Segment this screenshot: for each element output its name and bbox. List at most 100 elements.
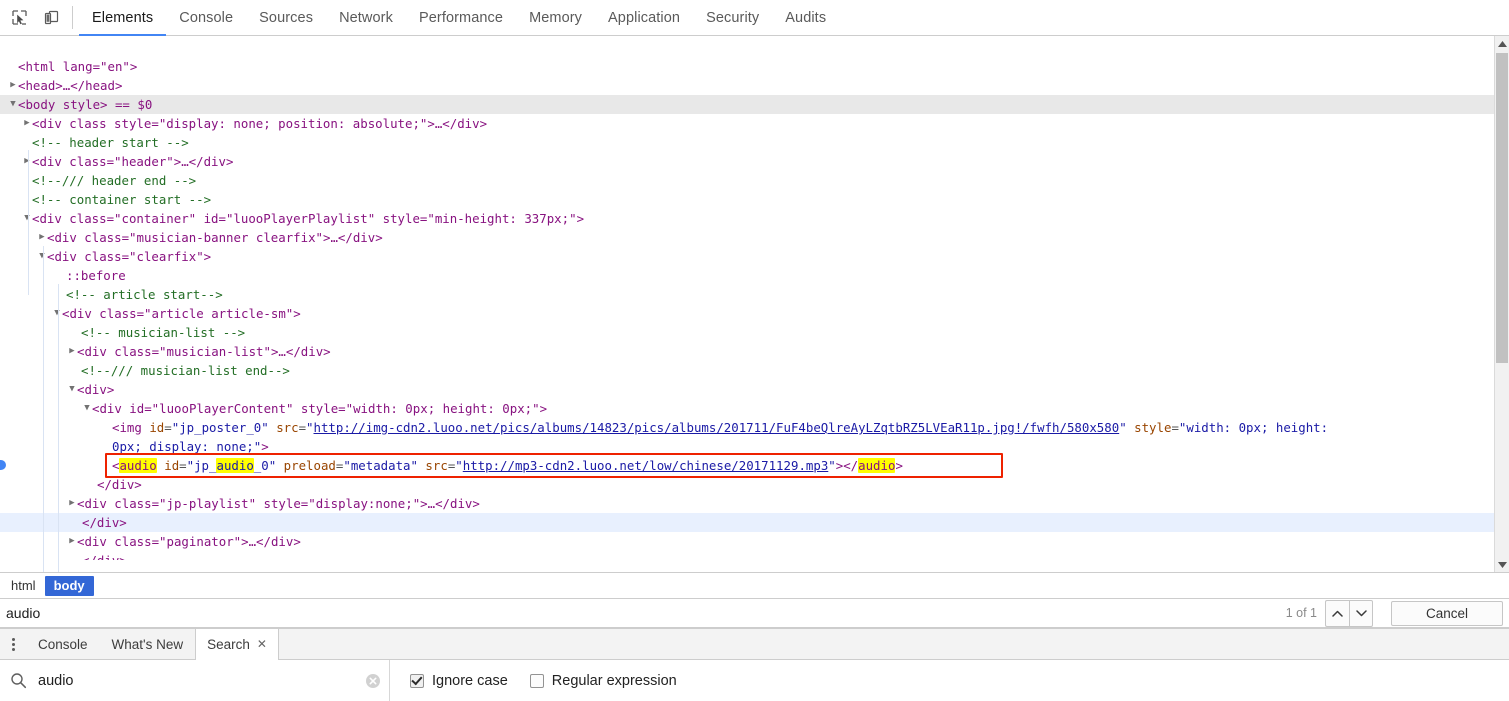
devtools-window: Elements Console Sources Network Perform… bbox=[0, 0, 1509, 701]
twisty-body[interactable] bbox=[8, 95, 18, 114]
dom-row-div-clearfix[interactable]: <div class="clearfix"> bbox=[0, 247, 1494, 266]
div-plain-text: <div> bbox=[77, 382, 115, 397]
tab-memory[interactable]: Memory bbox=[516, 0, 595, 35]
tab-application[interactable]: Application bbox=[595, 0, 693, 35]
dom-row-div-header[interactable]: <div class="header">…</div> bbox=[0, 152, 1494, 171]
drawer-tab-console[interactable]: Console bbox=[26, 629, 100, 659]
audio-src-link[interactable]: http://mp3-cdn2.luoo.net/low/chinese/201… bbox=[463, 458, 829, 473]
tab-security[interactable]: Security bbox=[693, 0, 772, 35]
comment-article-start-text: <!-- article start--> bbox=[66, 287, 223, 302]
twisty-div-header[interactable] bbox=[22, 152, 32, 171]
search-next-button[interactable] bbox=[1349, 599, 1373, 627]
dom-row-close-div-plain[interactable]: </div> bbox=[0, 513, 1494, 532]
tab-elements[interactable]: Elements bbox=[79, 0, 167, 36]
dom-row-div-paginator[interactable]: <div class="paginator">…</div> bbox=[0, 532, 1494, 551]
twisty-div-plain[interactable] bbox=[67, 380, 77, 399]
dom-row-audio[interactable]: <audio id="jp_audio_0" preload="metadata… bbox=[0, 456, 1494, 475]
twisty-head[interactable] bbox=[8, 76, 18, 95]
dom-row-div-musician-list[interactable]: <div class="musician-list">…</div> bbox=[0, 342, 1494, 361]
breadcrumb: html body bbox=[0, 573, 1509, 599]
dom-row-doctype[interactable] bbox=[0, 38, 1494, 57]
close-div-plain-text: </div> bbox=[82, 515, 127, 530]
div-banner-text: <div class="musician-banner clearfix">…<… bbox=[47, 230, 383, 245]
scrollbar-thumb[interactable] bbox=[1496, 53, 1508, 363]
breadcrumb-item-body[interactable]: body bbox=[44, 575, 94, 596]
element-search-result-count: 1 of 1 bbox=[1285, 606, 1317, 620]
regular-expression-option[interactable]: Regular expression bbox=[529, 672, 677, 689]
dom-row-comment-header-start[interactable]: <!-- header start --> bbox=[0, 133, 1494, 152]
tab-sources[interactable]: Sources bbox=[246, 0, 326, 35]
devtools-main-toolbar: Elements Console Sources Network Perform… bbox=[0, 0, 1509, 36]
dom-row-pseudo-before[interactable]: ::before bbox=[0, 266, 1494, 285]
breadcrumb-item-html[interactable]: html bbox=[2, 576, 45, 596]
twisty-div-container[interactable] bbox=[22, 209, 32, 228]
indent-guide-3 bbox=[58, 284, 59, 572]
search-cancel-label: Cancel bbox=[1425, 605, 1469, 621]
tab-memory-label: Memory bbox=[529, 9, 583, 26]
dom-row-div-hidden[interactable]: <div class style="display: none; positio… bbox=[0, 114, 1494, 133]
dom-row-comment-musician-list-end[interactable]: <!--/// musician-list end--> bbox=[0, 361, 1494, 380]
dom-row-img-poster[interactable]: <img id="jp_poster_0" src="http://img-cd… bbox=[0, 418, 1494, 456]
tab-console-label: Console bbox=[179, 9, 234, 26]
scrollbar-down-arrow[interactable] bbox=[1495, 557, 1509, 572]
twisty-div-paginator[interactable] bbox=[67, 532, 77, 551]
drawer-tab-search[interactable]: Search ✕ bbox=[195, 629, 279, 660]
ignore-case-label: Ignore case bbox=[432, 672, 508, 689]
twisty-div-article[interactable] bbox=[52, 304, 62, 323]
dom-row-div-container[interactable]: <div class="container" id="luooPlayerPla… bbox=[0, 209, 1494, 228]
comment-musician-list-text: <!-- musician-list --> bbox=[81, 325, 246, 340]
search-prev-button[interactable] bbox=[1325, 599, 1349, 627]
dom-row-div-article[interactable]: <div class="article article-sm"> bbox=[0, 304, 1494, 323]
regular-expression-label: Regular expression bbox=[551, 672, 677, 689]
twisty-div-musician-list[interactable] bbox=[67, 342, 77, 361]
tab-audits[interactable]: Audits bbox=[772, 0, 839, 35]
close-icon[interactable]: ✕ bbox=[257, 638, 267, 650]
breadcrumb-item-body-label: body bbox=[53, 577, 85, 593]
twisty-div-banner[interactable] bbox=[37, 228, 47, 247]
search-icon bbox=[10, 672, 27, 689]
div-paginator-text: <div class="paginator">…</div> bbox=[77, 534, 301, 549]
toolbar-icon-group bbox=[0, 0, 68, 35]
ignore-case-option[interactable]: Ignore case bbox=[410, 673, 508, 689]
element-search-nav-group bbox=[1325, 599, 1373, 627]
twisty-div-player-content[interactable] bbox=[82, 399, 92, 418]
dom-row-close-div-article[interactable]: </div> bbox=[0, 551, 1494, 560]
dom-row-div-player-content[interactable]: <div id="luooPlayerContent" style="width… bbox=[0, 399, 1494, 418]
twisty-div-jp-playlist[interactable] bbox=[67, 494, 77, 513]
dom-tree[interactable]: <html lang="en"> <head>…</head> <body st… bbox=[0, 36, 1494, 572]
dom-row-comment-header-end[interactable]: <!--/// header end --> bbox=[0, 171, 1494, 190]
regular-expression-checkbox[interactable] bbox=[529, 673, 544, 688]
dom-row-comment-container-start[interactable]: <!-- container start --> bbox=[0, 190, 1494, 209]
ignore-case-checkbox[interactable] bbox=[410, 673, 424, 688]
kebab-menu-icon[interactable] bbox=[0, 629, 26, 659]
tab-console[interactable]: Console bbox=[166, 0, 246, 35]
img-poster-src-link[interactable]: http://img-cdn2.luoo.net/pics/albums/148… bbox=[314, 420, 1120, 435]
twisty-div-clearfix[interactable] bbox=[37, 247, 47, 266]
dom-row-div-jp-playlist[interactable]: <div class="jp-playlist" style="display:… bbox=[0, 494, 1494, 513]
inspect-element-icon[interactable] bbox=[6, 5, 32, 31]
dom-row-close-div-player-content[interactable]: </div> bbox=[0, 475, 1494, 494]
dom-row-div-plain[interactable]: <div> bbox=[0, 380, 1494, 399]
clear-search-icon[interactable] bbox=[365, 673, 381, 689]
dom-tree-scrollbar[interactable] bbox=[1494, 36, 1509, 572]
search-cancel-button[interactable]: Cancel bbox=[1391, 600, 1503, 626]
drawer-search-input[interactable] bbox=[36, 671, 365, 690]
tab-network[interactable]: Network bbox=[326, 0, 406, 35]
dom-row-comment-musician-list[interactable]: <!-- musician-list --> bbox=[0, 323, 1494, 342]
div-container-text: <div class="container" id="luooPlayerPla… bbox=[32, 211, 585, 226]
drawer-search-options: Ignore case Regular expression bbox=[390, 673, 677, 689]
dom-row-comment-article-start[interactable]: <!-- article start--> bbox=[0, 285, 1494, 304]
div-header-text: <div class="header">…</div> bbox=[32, 154, 234, 169]
dom-row-body[interactable]: <body style> == $0 bbox=[0, 95, 1494, 114]
drawer-tab-search-label: Search bbox=[207, 636, 250, 652]
element-search-input[interactable] bbox=[0, 599, 1278, 627]
dom-row-head[interactable]: <head>…</head> bbox=[0, 76, 1494, 95]
device-toolbar-icon[interactable] bbox=[38, 5, 64, 31]
tab-network-label: Network bbox=[339, 9, 393, 26]
scrollbar-up-arrow[interactable] bbox=[1495, 36, 1509, 51]
tab-performance[interactable]: Performance bbox=[406, 0, 516, 35]
dom-row-div-banner[interactable]: <div class="musician-banner clearfix">…<… bbox=[0, 228, 1494, 247]
drawer-tab-whats-new[interactable]: What's New bbox=[100, 629, 196, 659]
twisty-div-hidden[interactable] bbox=[22, 114, 32, 133]
dom-row-html[interactable]: <html lang="en"> bbox=[0, 57, 1494, 76]
